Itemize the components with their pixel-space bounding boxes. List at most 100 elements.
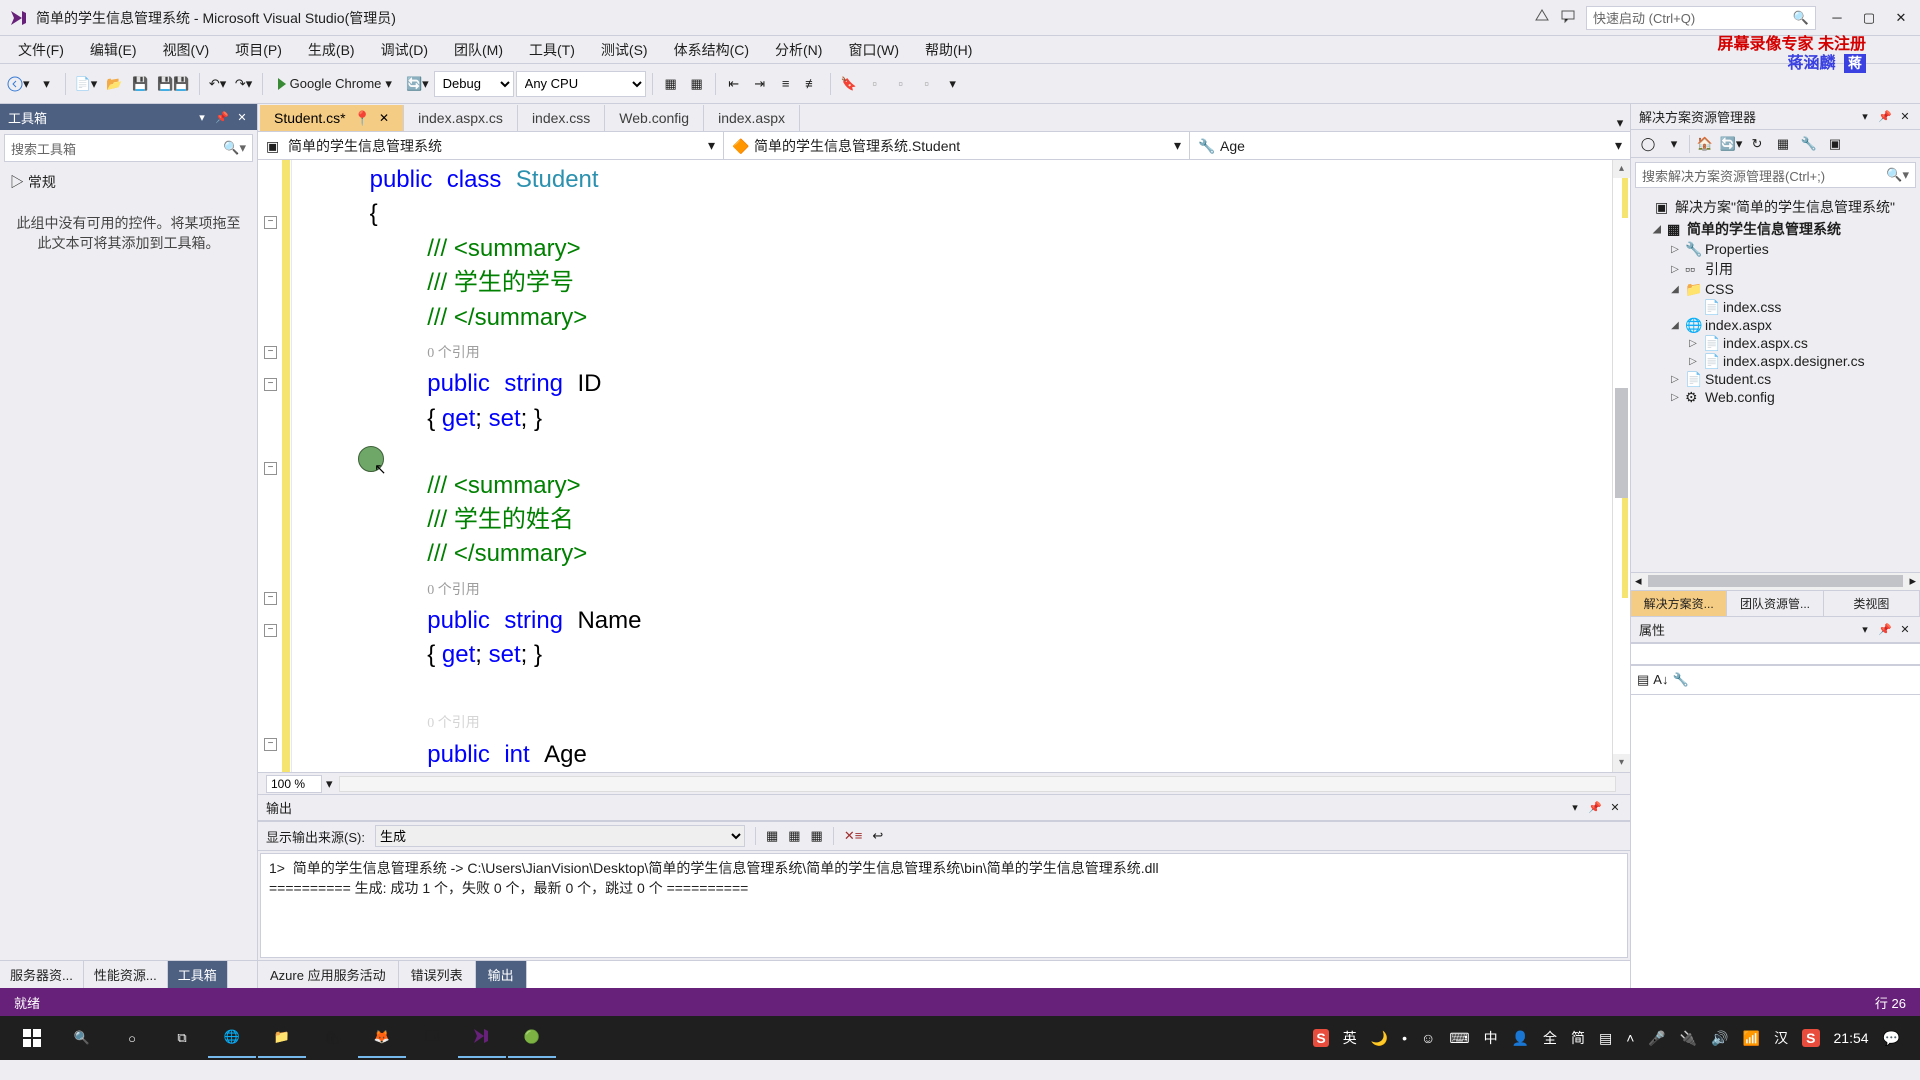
project-node[interactable]: ◢▦简单的学生信息管理系统 <box>1637 218 1914 240</box>
class-dropdown[interactable]: 🔶 简单的学生信息管理系统.Student▾ <box>724 132 1190 159</box>
browser-refresh-button[interactable]: 🔄▾ <box>403 71 432 97</box>
pin-icon[interactable]: 📌 <box>1878 110 1892 124</box>
tab-index-aspx[interactable]: index.aspx <box>704 105 800 131</box>
output-wrap-button[interactable]: ↩ <box>872 828 883 844</box>
fold-toggle[interactable]: − <box>264 624 277 637</box>
fold-toggle[interactable]: − <box>264 462 277 475</box>
explorer-icon[interactable]: 📁 <box>258 1018 306 1058</box>
notifications-icon[interactable] <box>1534 8 1550 27</box>
sol-back-button[interactable]: ◯ <box>1637 133 1659 155</box>
tray-ime-full[interactable]: 全 <box>1543 1028 1557 1048</box>
menu-test[interactable]: 测试(S) <box>589 36 660 64</box>
tab-team-explorer[interactable]: 团队资源管... <box>1727 591 1823 616</box>
pin-icon[interactable]: 📌 <box>1588 801 1602 815</box>
scroll-down-icon[interactable]: ▾ <box>1613 754 1630 772</box>
member-dropdown[interactable]: 🔧 Age▾ <box>1190 132 1630 159</box>
tab-class-view[interactable]: 类视图 <box>1824 591 1920 616</box>
toolbar-btn-4[interactable]: ▫ <box>889 71 913 97</box>
toolbar-overflow[interactable]: ▾ <box>941 71 965 97</box>
output-clear-button[interactable]: ✕≡ <box>844 828 862 844</box>
folder-css-node[interactable]: ◢📁CSS <box>1637 280 1914 298</box>
save-button[interactable]: 💾 <box>128 71 152 97</box>
toolbar-btn-2[interactable]: ▦ <box>685 71 709 97</box>
editor-horizontal-scrollbar[interactable] <box>339 776 1616 792</box>
window-position-icon[interactable]: ▾ <box>1568 801 1582 815</box>
tab-overflow-button[interactable]: ▾ <box>1610 115 1630 131</box>
tray-smile-icon[interactable]: ☺ <box>1421 1030 1435 1046</box>
menu-team[interactable]: 团队(M) <box>442 36 515 64</box>
menu-project[interactable]: 项目(P) <box>223 36 294 64</box>
properties-node[interactable]: ▷🔧Properties <box>1637 240 1914 258</box>
menu-view[interactable]: 视图(V) <box>151 36 222 64</box>
platform-select[interactable]: Any CPU <box>516 71 646 97</box>
menu-build[interactable]: 生成(B) <box>296 36 367 64</box>
tray-person-icon[interactable]: 👤 <box>1512 1030 1529 1047</box>
output-btn-2[interactable]: ▦ <box>788 828 800 844</box>
references-node[interactable]: ▷▫▫引用 <box>1637 258 1914 280</box>
output-source-select[interactable]: 生成 <box>375 825 745 847</box>
window-position-icon[interactable]: ▾ <box>195 110 209 124</box>
toolbar-btn-3[interactable]: ▫ <box>863 71 887 97</box>
app-icon-1[interactable]: 🗔 <box>408 1018 456 1058</box>
indent-minus-button[interactable]: ⇤ <box>722 71 746 97</box>
tray-volume-icon[interactable]: 🔊 <box>1711 1030 1728 1047</box>
indent-plus-button[interactable]: ⇥ <box>748 71 772 97</box>
tab-server-explorer[interactable]: 服务器资... <box>0 961 84 988</box>
sol-properties-button[interactable]: 🔧 <box>1798 133 1820 155</box>
output-text[interactable]: 1> 简单的学生信息管理系统 -> C:\Users\JianVision\De… <box>260 853 1628 958</box>
firefox-icon[interactable]: 🦊 <box>358 1018 406 1058</box>
tray-clock[interactable]: 21:54 <box>1834 1030 1869 1046</box>
sol-preview-button[interactable]: ▣ <box>1824 133 1846 155</box>
tray-ime-han[interactable]: 汉 <box>1774 1028 1788 1048</box>
new-item-button[interactable]: 📄▾ <box>72 71 101 97</box>
comment-button[interactable]: ≡ <box>774 71 798 97</box>
file-student-cs-node[interactable]: ▷📄Student.cs <box>1637 370 1914 388</box>
tray-network-icon[interactable]: 📶 <box>1743 1030 1760 1047</box>
solution-search-input[interactable]: 搜索解决方案资源管理器(Ctrl+;) 🔍▾ <box>1635 162 1916 188</box>
output-btn-1[interactable]: ▦ <box>766 828 778 844</box>
config-select[interactable]: Debug <box>434 71 514 97</box>
vs-taskbar-icon[interactable] <box>458 1018 506 1058</box>
fold-toggle[interactable]: − <box>264 216 277 229</box>
menu-debug[interactable]: 调试(D) <box>369 36 440 64</box>
menu-analyze[interactable]: 分析(N) <box>763 36 834 64</box>
open-file-button[interactable]: 📂 <box>102 71 126 97</box>
quick-launch-input[interactable]: 快速启动 (Ctrl+Q) 🔍 <box>1586 6 1816 30</box>
close-button[interactable]: ✕ <box>1890 9 1912 27</box>
properties-grid[interactable] <box>1631 695 1920 989</box>
save-all-button[interactable]: 💾💾 <box>154 71 192 97</box>
tab-solution-explorer[interactable]: 解决方案资... <box>1631 591 1727 616</box>
tab-error-list[interactable]: 错误列表 <box>399 961 476 988</box>
window-position-icon[interactable]: ▾ <box>1858 110 1872 124</box>
code-editor[interactable]: − − − − − − − public class Student { ///… <box>258 160 1630 772</box>
tray-ime-simp[interactable]: 简 <box>1571 1028 1585 1048</box>
panel-close-icon[interactable]: ✕ <box>1898 622 1912 636</box>
tray-ime-s2[interactable]: S <box>1802 1029 1819 1047</box>
nav-back-button[interactable]: ▾ <box>4 71 33 97</box>
prop-pages-button[interactable]: 🔧 <box>1672 672 1688 688</box>
tab-azure[interactable]: Azure 应用服务活动 <box>258 961 399 988</box>
fold-toggle[interactable]: − <box>264 738 277 751</box>
uncomment-button[interactable]: ≢ <box>800 71 824 97</box>
editor-vertical-scrollbar[interactable]: ▴ ▾ <box>1612 160 1630 772</box>
tab-index-css[interactable]: index.css <box>518 105 605 131</box>
sol-refresh-button[interactable]: ↻ <box>1746 133 1768 155</box>
chrome-icon[interactable]: 🟢 <box>508 1018 556 1058</box>
pin-icon[interactable]: 📌 <box>1878 622 1892 636</box>
tray-dot-icon[interactable]: • <box>1402 1030 1407 1046</box>
file-webconfig-node[interactable]: ▷⚙Web.config <box>1637 388 1914 406</box>
tray-more-icon[interactable]: ▤ <box>1599 1030 1612 1047</box>
menu-tools[interactable]: 工具(T) <box>517 36 587 64</box>
panel-close-icon[interactable]: ✕ <box>1608 801 1622 815</box>
window-position-icon[interactable]: ▾ <box>1858 622 1872 636</box>
tab-index-aspx-cs[interactable]: index.aspx.cs <box>404 105 518 131</box>
sol-sync-button[interactable]: 🔄▾ <box>1720 133 1742 155</box>
menu-arch[interactable]: 体系结构(C) <box>662 36 761 64</box>
tab-web-config[interactable]: Web.config <box>605 105 704 131</box>
fold-toggle[interactable]: − <box>264 346 277 359</box>
pin-icon[interactable]: 📍 <box>354 110 371 127</box>
feedback-icon[interactable] <box>1560 8 1576 27</box>
namespace-dropdown[interactable]: ▣ 简单的学生信息管理系统▾ <box>258 132 724 159</box>
tab-output[interactable]: 输出 <box>476 961 527 988</box>
fold-toggle[interactable]: − <box>264 592 277 605</box>
